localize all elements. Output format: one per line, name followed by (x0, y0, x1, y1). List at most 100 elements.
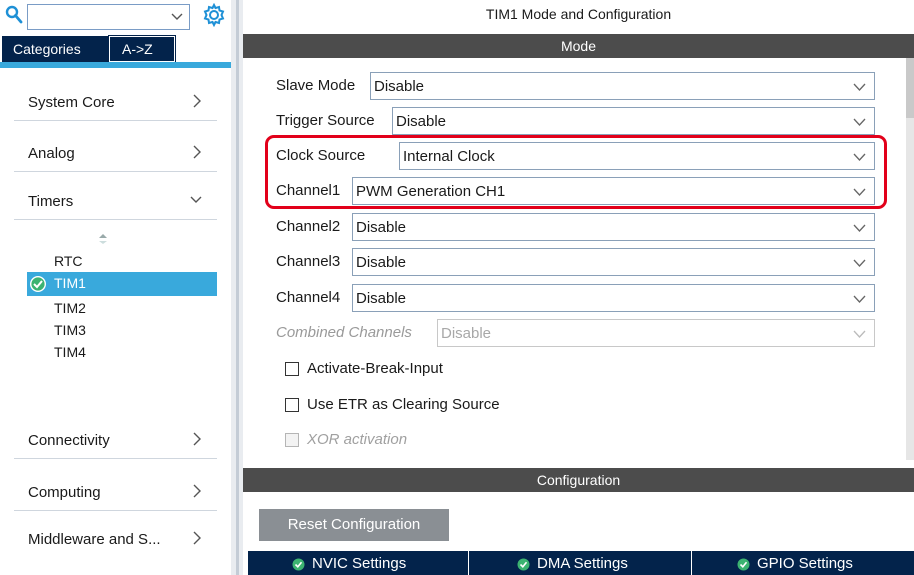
select-value: Disable (356, 219, 407, 236)
checkbox-label: Activate-Break-Input (307, 360, 443, 377)
scrollbar-track[interactable] (906, 58, 914, 460)
slave-mode-field: Slave Mode Disable (276, 72, 876, 100)
chevron-down-icon[interactable] (170, 10, 184, 24)
tab-label: NVIC Settings (312, 555, 407, 572)
tab-gpio-settings[interactable]: GPIO Settings (737, 551, 897, 575)
category-timers[interactable]: Timers (14, 175, 217, 220)
chevron-right-icon (193, 484, 201, 498)
field-label: Channel2 (276, 218, 341, 235)
activate-break-input-checkbox[interactable]: Activate-Break-Input (285, 359, 685, 381)
timer-label: TIM1 (54, 275, 86, 291)
select-value: Internal Clock (403, 148, 495, 165)
tab-nvic-settings[interactable]: NVIC Settings (292, 551, 452, 575)
tab-separator (468, 551, 469, 575)
select-value: Disable (356, 254, 407, 271)
field-label: Trigger Source (276, 112, 375, 129)
channel4-field: Channel4 Disable (276, 284, 876, 312)
settings-tab-bar: NVIC Settings DMA Settings GPIO Settings (248, 551, 914, 575)
category-label: Connectivity (28, 432, 110, 449)
chevron-down-icon (853, 83, 866, 91)
chevron-right-icon (193, 145, 201, 159)
combined-channels-field: Combined Channels Disable (276, 319, 876, 347)
channel4-select[interactable]: Disable (352, 284, 875, 312)
checkbox-label: Use ETR as Clearing Source (307, 396, 500, 413)
clock-source-select[interactable]: Internal Clock (399, 142, 875, 170)
channel3-select[interactable]: Disable (352, 248, 875, 276)
select-value: Disable (396, 113, 447, 130)
field-label: Combined Channels (276, 324, 412, 341)
field-label: Clock Source (276, 147, 366, 164)
mode-configuration-panel: TIM1 Mode and Configuration Mode Slave M… (243, 0, 914, 575)
field-label: Channel1 (276, 182, 341, 199)
timer-item-tim3[interactable]: TIM3 (14, 319, 202, 343)
category-tabs: Categories A->Z (0, 35, 231, 63)
check-circle-icon (30, 276, 46, 292)
tab-separator (691, 551, 692, 575)
chevron-down-icon (853, 153, 866, 161)
select-value: PWM Generation CH1 (356, 183, 506, 200)
checkbox-label: XOR activation (307, 431, 408, 448)
mode-section-header: Mode (243, 34, 914, 58)
channel1-select[interactable]: PWM Generation CH1 (352, 177, 875, 205)
category-label: Middleware and S... (28, 531, 161, 548)
xor-activation-checkbox: XOR activation (285, 430, 685, 452)
tab-dma-settings[interactable]: DMA Settings (517, 551, 677, 575)
field-label: Slave Mode (276, 77, 356, 94)
check-circle-icon (737, 558, 750, 571)
chevron-down-icon (853, 295, 866, 303)
tab-a-to-z[interactable]: A->Z (108, 35, 176, 63)
search-row (0, 0, 231, 34)
gear-icon[interactable] (202, 3, 226, 27)
chevron-right-icon (193, 94, 201, 108)
channel3-field: Channel3 Disable (276, 248, 876, 276)
chevron-down-icon (190, 196, 202, 203)
timer-item-tim4[interactable]: TIM4 (14, 341, 202, 365)
search-icon[interactable] (5, 5, 23, 25)
trigger-source-select[interactable]: Disable (392, 107, 875, 135)
category-label: System Core (28, 94, 115, 111)
sort-arrows-icon[interactable] (98, 232, 108, 246)
checkbox-box[interactable] (285, 362, 299, 376)
checkbox-box[interactable] (285, 398, 299, 412)
chevron-right-icon (193, 531, 201, 545)
field-label: Channel3 (276, 253, 341, 270)
category-analog[interactable]: Analog (14, 127, 217, 172)
category-label: Computing (28, 484, 101, 501)
category-system-core[interactable]: System Core (14, 76, 217, 121)
sidebar: Categories A->Z System Core Analog Timer… (0, 0, 231, 575)
timer-item-tim1[interactable]: TIM1 (27, 272, 217, 296)
use-etr-clearing-source-checkbox[interactable]: Use ETR as Clearing Source (285, 395, 685, 417)
chevron-down-icon (853, 259, 866, 267)
select-value: Disable (441, 325, 492, 342)
checkbox-box (285, 433, 299, 447)
timer-item-tim2[interactable]: TIM2 (14, 297, 202, 321)
chevron-down-icon (853, 224, 866, 232)
category-label: Timers (28, 193, 74, 210)
page-title: TIM1 Mode and Configuration (485, 6, 672, 22)
tab-label: GPIO Settings (757, 555, 853, 572)
tab-label: DMA Settings (537, 555, 628, 572)
scrollbar-thumb[interactable] (906, 58, 914, 118)
tab-underline (0, 62, 231, 68)
chevron-down-icon (853, 118, 866, 126)
trigger-source-field: Trigger Source Disable (276, 107, 876, 135)
timer-item-rtc[interactable]: RTC (14, 250, 202, 274)
select-value: Disable (356, 290, 407, 307)
search-input[interactable] (27, 4, 190, 30)
category-computing[interactable]: Computing (14, 466, 217, 511)
category-label: Analog (28, 145, 75, 162)
clock-source-field: Clock Source Internal Clock (276, 142, 876, 170)
slave-mode-select[interactable]: Disable (370, 72, 875, 100)
channel1-field: Channel1 PWM Generation CH1 (276, 177, 876, 205)
panel-splitter[interactable] (231, 0, 243, 575)
channel2-field: Channel2 Disable (276, 213, 876, 241)
chevron-down-icon (853, 188, 866, 196)
reset-configuration-button[interactable]: Reset Configuration (259, 509, 449, 541)
combined-channels-select: Disable (437, 319, 875, 347)
chevron-right-icon (193, 432, 201, 446)
channel2-select[interactable]: Disable (352, 213, 875, 241)
category-connectivity[interactable]: Connectivity (14, 414, 217, 459)
tab-categories[interactable]: Categories (2, 36, 109, 62)
category-middleware[interactable]: Middleware and S... (14, 513, 217, 558)
configuration-section-header: Configuration (243, 468, 914, 492)
